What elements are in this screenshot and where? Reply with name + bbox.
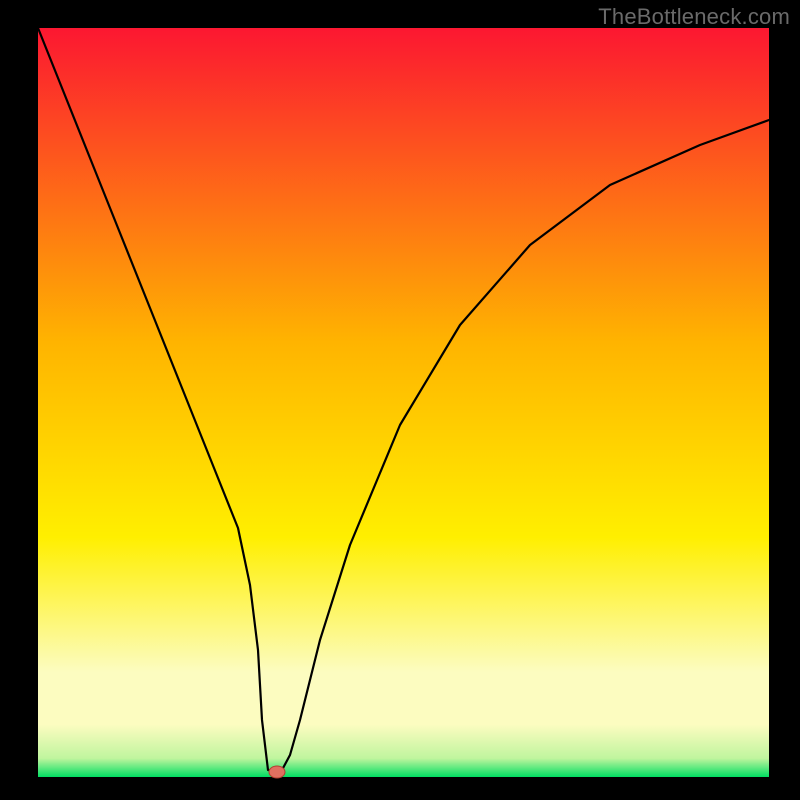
optimal-point-marker (269, 766, 285, 778)
watermark-text: TheBottleneck.com (598, 4, 790, 30)
chart-container: { "watermark": "TheBottleneck.com", "col… (0, 0, 800, 800)
chart-plot-area (38, 28, 769, 777)
chart-svg (0, 0, 800, 800)
